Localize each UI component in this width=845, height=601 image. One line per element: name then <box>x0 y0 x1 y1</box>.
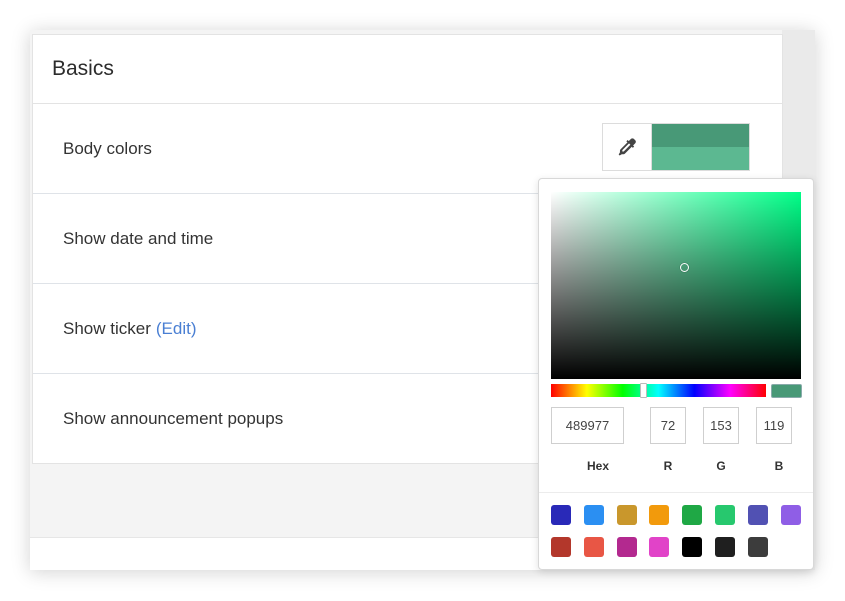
row-label: Show date and time <box>63 228 214 248</box>
card-title: Basics <box>52 57 114 80</box>
preset-color-swatch[interactable] <box>780 505 801 525</box>
b-input[interactable] <box>756 407 792 444</box>
preset-color-swatch[interactable] <box>747 505 768 525</box>
hue-slider[interactable] <box>551 383 766 398</box>
preset-color-swatch[interactable] <box>583 537 604 557</box>
color-preview <box>771 384 802 398</box>
preset-color-swatch[interactable] <box>715 505 735 525</box>
color-picker-popup: Hex R G B <box>538 178 814 570</box>
preset-color-swatch[interactable] <box>747 537 768 557</box>
preset-color-swatch[interactable] <box>682 537 703 557</box>
r-label: R <box>663 459 673 473</box>
r-input[interactable] <box>650 407 686 444</box>
g-input[interactable] <box>703 407 739 444</box>
preset-color-swatch[interactable] <box>616 505 637 525</box>
row-label: Show announcement popups <box>63 408 284 428</box>
preset-color-swatch[interactable] <box>715 537 735 557</box>
preset-color-swatch[interactable] <box>682 505 703 525</box>
hue-slider-handle[interactable] <box>640 383 647 398</box>
secondary-color-swatch[interactable] <box>652 147 749 170</box>
row-label: Body colors <box>63 138 152 158</box>
picker-divider <box>539 492 813 493</box>
preset-color-swatch[interactable] <box>583 505 604 525</box>
row-label: Show ticker <box>63 318 151 338</box>
eyedropper-button[interactable] <box>602 123 651 171</box>
preset-color-swatch[interactable] <box>649 505 670 525</box>
preset-color-swatch[interactable] <box>649 537 670 557</box>
g-label: G <box>716 459 726 473</box>
eyedropper-icon <box>618 138 636 156</box>
body-color-swatches[interactable] <box>651 123 750 171</box>
saturation-value-area[interactable] <box>551 192 801 379</box>
b-label: B <box>774 459 784 473</box>
edit-ticker-link[interactable]: (Edit) <box>156 319 197 339</box>
primary-color-swatch[interactable] <box>652 124 749 147</box>
preset-color-swatch[interactable] <box>551 505 571 525</box>
card-header: Basics <box>33 35 782 104</box>
saturation-cursor[interactable] <box>680 263 689 272</box>
hex-input[interactable] <box>551 407 624 444</box>
preset-color-swatch[interactable] <box>551 537 571 557</box>
preset-color-swatch[interactable] <box>616 537 637 557</box>
hex-label: Hex <box>586 459 609 473</box>
